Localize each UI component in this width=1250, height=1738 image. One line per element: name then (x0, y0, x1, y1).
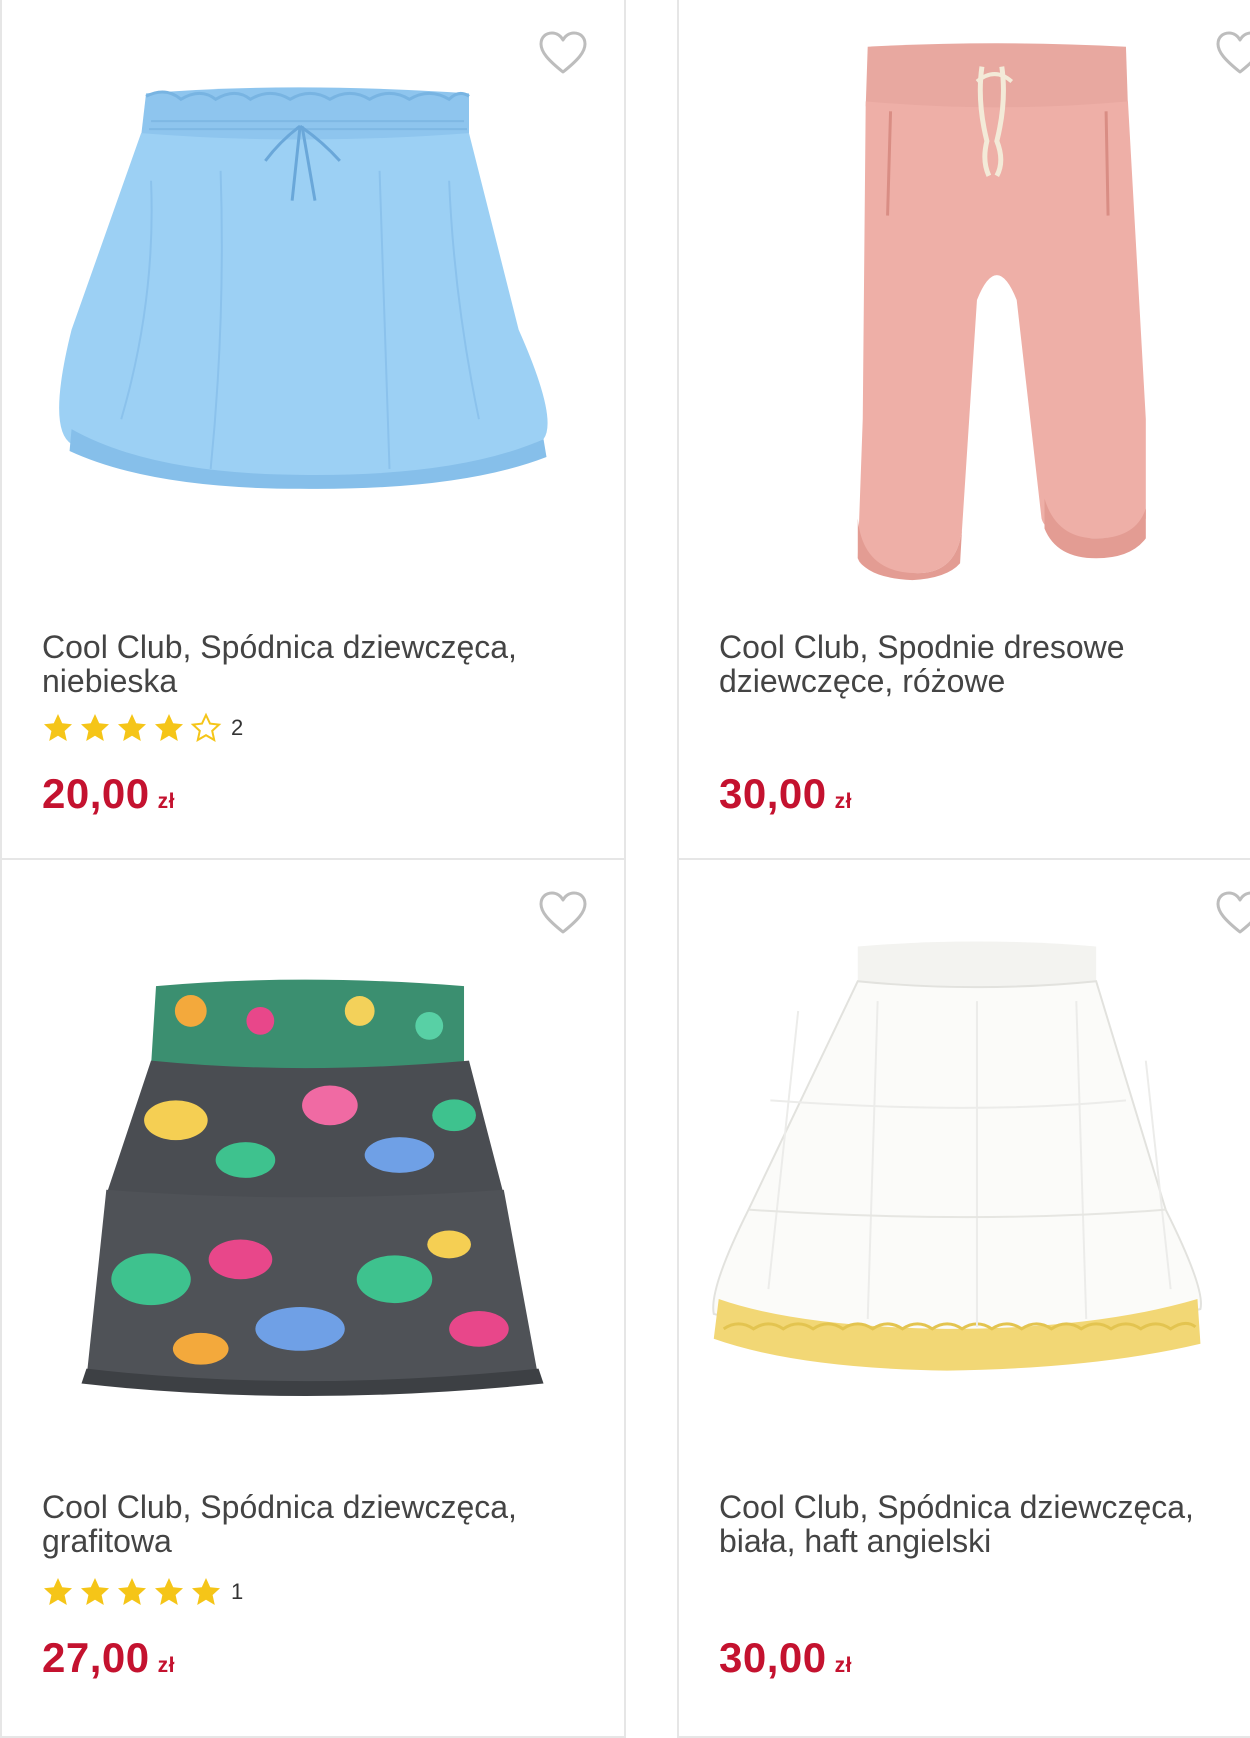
price-value: 27,00 (42, 1634, 150, 1681)
product-title-line: Cool Club, Spódnica dziewczęca, (42, 629, 517, 665)
product-price: 20,00 zł (42, 770, 175, 818)
star-filled-icon (116, 1576, 148, 1608)
star-filled-icon (153, 1576, 185, 1608)
star-filled-icon (42, 1576, 74, 1608)
product-title-line: Cool Club, Spodnie dresowe (719, 629, 1125, 665)
price-value: 30,00 (719, 770, 827, 817)
product-title-line: biała, haft angielski (719, 1523, 992, 1559)
product-rating: 2 (42, 711, 243, 745)
favorite-heart-icon[interactable] (1215, 890, 1250, 936)
product-image-floral-tiered-skirt[interactable] (2, 860, 624, 1460)
product-title-line: Cool Club, Spódnica dziewczęca, (719, 1489, 1194, 1525)
star-filled-icon (190, 1576, 222, 1608)
star-filled-icon (79, 712, 111, 744)
product-rating: 1 (42, 1575, 243, 1609)
product-price: 27,00 zł (42, 1634, 175, 1682)
price-value: 20,00 (42, 770, 150, 817)
star-filled-icon (153, 712, 185, 744)
price-value: 30,00 (719, 1634, 827, 1681)
product-card[interactable]: Cool Club, Spodnie dresowe dziewczęce, r… (677, 0, 1250, 860)
product-image-white-embroidered-skirt[interactable] (679, 860, 1250, 1460)
product-card[interactable]: Cool Club, Spódnica dziewczęca, biała, h… (677, 858, 1250, 1738)
product-price: 30,00 zł (719, 1634, 852, 1682)
favorite-heart-icon[interactable] (538, 30, 588, 76)
product-card[interactable]: Cool Club, Spódnica dziewczęca, niebiesk… (0, 0, 626, 860)
star-filled-icon (42, 712, 74, 744)
star-filled-icon (79, 1576, 111, 1608)
product-grid: Cool Club, Spódnica dziewczęca, niebiesk… (0, 0, 1250, 1738)
product-card[interactable]: Cool Club, Spódnica dziewczęca, grafitow… (0, 858, 626, 1738)
product-title-line: niebieska (42, 663, 178, 699)
product-title-line: grafitowa (42, 1523, 172, 1559)
product-title[interactable]: Cool Club, Spódnica dziewczęca, biała, h… (719, 1490, 1250, 1558)
product-title-line: Cool Club, Spódnica dziewczęca, (42, 1489, 517, 1525)
price-currency: zł (834, 1654, 852, 1677)
favorite-heart-icon[interactable] (1215, 30, 1250, 76)
star-filled-icon (116, 712, 148, 744)
product-title[interactable]: Cool Club, Spódnica dziewczęca, grafitow… (42, 1490, 582, 1558)
product-title[interactable]: Cool Club, Spodnie dresowe dziewczęce, r… (719, 630, 1250, 698)
product-title[interactable]: Cool Club, Spódnica dziewczęca, niebiesk… (42, 630, 582, 698)
price-currency: zł (834, 790, 852, 813)
product-image-light-blue-skirt[interactable] (2, 0, 624, 600)
favorite-heart-icon[interactable] (538, 890, 588, 936)
price-currency: zł (157, 1654, 175, 1677)
star-empty-icon (190, 712, 222, 744)
price-currency: zł (157, 790, 175, 813)
rating-count: 2 (231, 715, 244, 740)
product-image-pink-sweatpants[interactable] (679, 0, 1250, 600)
product-price: 30,00 zł (719, 770, 852, 818)
rating-count: 1 (231, 1579, 244, 1604)
product-title-line: dziewczęce, różowe (719, 663, 1006, 699)
